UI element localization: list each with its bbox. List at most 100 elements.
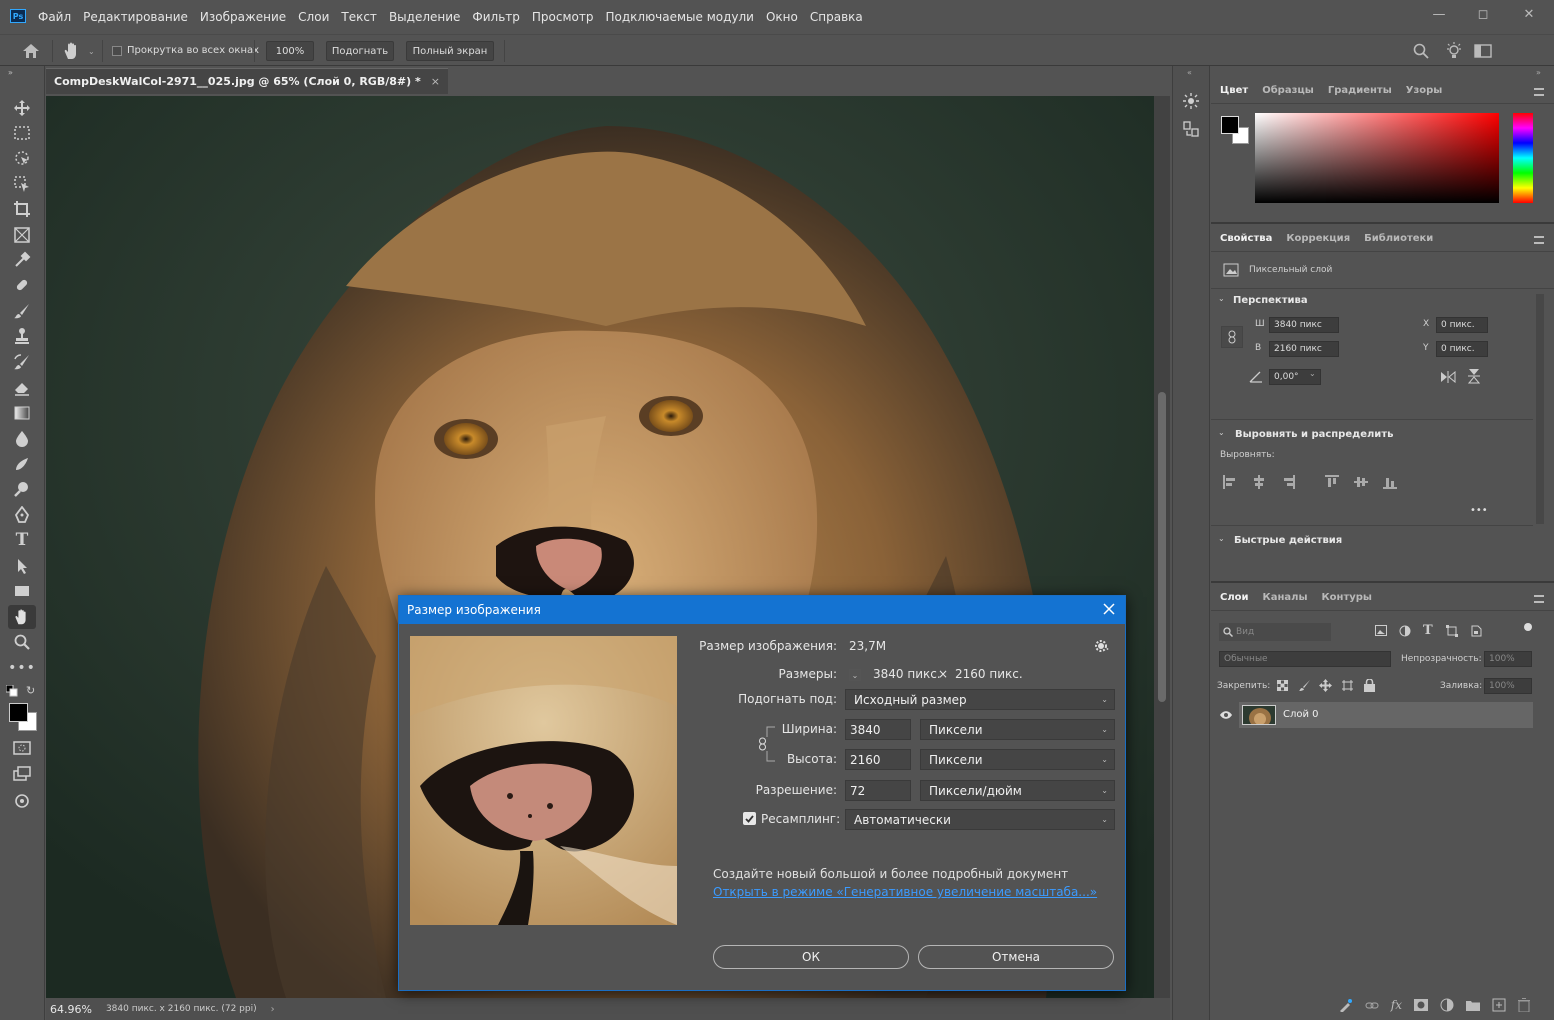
align-chevron-icon[interactable]: ⌄ [1218,428,1225,437]
angle-chevron-icon[interactable]: ⌄ [1309,369,1316,378]
edit-toolbar-icon[interactable] [8,789,36,813]
layer-filter-search[interactable]: Вид [1219,623,1331,641]
add-mask-icon[interactable] [1414,999,1428,1011]
height-input[interactable]: 2160 [845,749,911,770]
minimize-icon[interactable]: — [1432,8,1446,22]
quick-actions-title[interactable]: Быстрые действия [1234,535,1342,546]
color-picker-field[interactable] [1255,113,1499,203]
frame-tool-icon[interactable] [8,223,36,247]
filter-toggle-icon[interactable] [1524,623,1532,631]
history-panel-icon[interactable] [1182,120,1200,138]
zoom-100-button[interactable]: 100% [266,41,314,61]
layer-visibility-eye-icon[interactable] [1219,710,1233,720]
tab-libraries[interactable]: Библиотеки [1364,233,1433,244]
align-left-icon[interactable] [1223,475,1237,489]
more-options-icon[interactable]: ••• [1470,505,1488,516]
menu-image[interactable]: Изображение [194,10,292,24]
color-panel-menu-icon[interactable] [1534,88,1544,96]
width-unit-select[interactable]: Пиксели ⌄ [920,719,1115,740]
layer-row[interactable]: Слой 0 [1239,702,1533,728]
link-layers-icon[interactable] [1365,998,1379,1012]
section-chevron-icon[interactable]: ⌄ [1218,294,1225,303]
close-tab-icon[interactable]: × [431,75,440,88]
search-icon[interactable] [1413,43,1429,59]
dodge-tool-icon[interactable] [8,452,36,476]
layers-menu-icon[interactable] [1534,595,1544,603]
ai-edit-icon[interactable] [1339,998,1353,1012]
fullscreen-button[interactable]: Полный экран [406,41,494,61]
properties-menu-icon[interactable] [1534,236,1544,244]
opacity-field[interactable]: 100% [1484,651,1532,667]
color-swatches[interactable] [8,702,38,732]
filter-smart-object-icon[interactable] [1470,625,1482,637]
delete-layer-icon[interactable] [1518,998,1530,1012]
tab-color[interactable]: Цвет [1220,85,1248,96]
lock-artboard-icon[interactable] [1341,679,1354,692]
new-adjustment-icon[interactable] [1440,998,1454,1012]
zoom-tool-icon[interactable] [8,630,36,654]
filter-pixel-icon[interactable] [1375,625,1387,636]
screen-mode-icon[interactable] [8,762,36,786]
link-dimensions-icon[interactable] [1221,326,1243,348]
resample-checkbox[interactable] [743,812,756,825]
layer-name[interactable]: Слой 0 [1283,709,1319,720]
rectangle-tool-icon[interactable] [8,579,36,603]
align-middle-v-icon[interactable] [1354,475,1368,489]
maximize-icon[interactable]: ◻ [1476,8,1490,22]
crop-tool-icon[interactable] [8,197,36,221]
eraser-tool-icon[interactable] [8,375,36,399]
tab-swatches[interactable]: Образцы [1262,85,1314,96]
preview-image[interactable] [410,636,677,925]
tab-channels[interactable]: Каналы [1263,592,1308,603]
y-field[interactable]: 0 пикс. [1436,341,1488,357]
select-subject-icon[interactable] [8,172,36,196]
hand-tool-icon[interactable] [62,41,82,61]
zoom-lens-icon[interactable] [8,477,36,501]
height-field[interactable]: 2160 пикс [1269,341,1339,357]
resolution-input[interactable]: 72 [845,780,911,801]
healing-brush-icon[interactable] [8,273,36,297]
menu-edit[interactable]: Редактирование [77,10,194,24]
quick-actions-chevron-icon[interactable]: ⌄ [1218,534,1225,543]
lock-all-icon[interactable] [1364,679,1375,692]
foreground-color-swatch[interactable] [9,703,28,722]
align-bottom-icon[interactable] [1383,475,1397,489]
menu-window[interactable]: Окно [760,10,804,24]
fit-screen-button[interactable]: Подогнать [326,41,394,61]
menu-type[interactable]: Текст [335,10,383,24]
blend-mode-select[interactable]: Обычные [1219,651,1391,667]
zoom-status[interactable]: 64.96% [50,1003,92,1016]
dialog-titlebar[interactable]: Размер изображения [399,596,1125,624]
tab-properties[interactable]: Свойства [1220,233,1272,244]
tab-gradients[interactable]: Градиенты [1328,85,1392,96]
fx-icon[interactable]: fx [1391,998,1402,1012]
default-colors-icon[interactable] [6,685,18,697]
resample-select[interactable]: Автоматически ⌄ [845,809,1115,830]
new-group-icon[interactable] [1466,999,1480,1011]
new-layer-icon[interactable] [1492,998,1506,1012]
tab-adjustments[interactable]: Коррекция [1286,233,1350,244]
document-tab[interactable]: CompDeskWalCol-2971__025.jpg @ 65% (Слой… [46,68,448,94]
chevron-down-icon[interactable]: ⌄ [88,47,95,56]
x-field[interactable]: 0 пикс. [1436,317,1488,333]
filter-shape-icon[interactable] [1446,625,1458,637]
align-section-title[interactable]: Выровнять и распределить [1235,429,1393,440]
hue-slider[interactable] [1513,113,1533,203]
more-tools-icon[interactable]: ••• [8,656,36,680]
cancel-button[interactable]: Отмена [918,945,1114,969]
menu-plugins[interactable]: Подключаемые модули [599,10,760,24]
type-tool-icon[interactable]: T [8,528,36,552]
dialog-close-icon[interactable] [1103,603,1115,615]
align-center-h-icon[interactable] [1252,475,1266,489]
collapse-panels-icon[interactable]: » [1536,68,1541,77]
eyedropper-icon[interactable] [8,248,36,272]
ok-button[interactable]: ОК [713,945,909,969]
foreground-swatch[interactable] [1221,116,1239,134]
collapse-left-icon[interactable]: » [8,68,13,77]
collapse-strip-icon[interactable]: « [1187,68,1192,77]
status-chevron-icon[interactable]: › [271,1004,275,1015]
fit-to-select[interactable]: Исходный размер ⌄ [845,689,1115,710]
blur-tool-icon[interactable] [8,426,36,450]
lightbulb-icon[interactable] [1445,42,1463,60]
quick-mask-icon[interactable] [8,736,36,760]
